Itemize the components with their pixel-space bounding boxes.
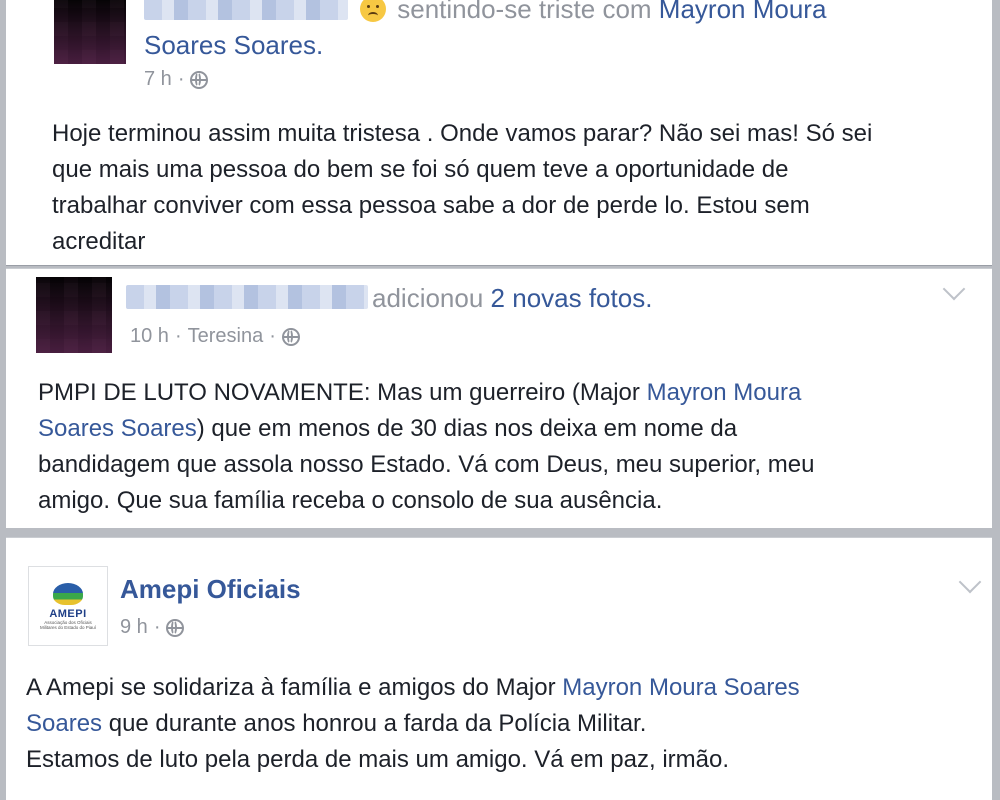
chevron-down-icon[interactable] bbox=[942, 277, 966, 301]
body-line: que mais uma pessoa do bem se foi só que… bbox=[52, 156, 789, 183]
body-line: bandidagem que assola nosso Estado. Vá c… bbox=[38, 451, 815, 478]
post-meta: 7 h · bbox=[144, 68, 209, 91]
author-avatar[interactable] bbox=[36, 277, 112, 353]
globe-icon[interactable] bbox=[166, 618, 185, 637]
body-text: ) que em menos de 30 dias nos deixa em n… bbox=[196, 415, 738, 442]
body-line: PMPI DE LUTO NOVAMENTE: Mas um guerreiro… bbox=[38, 375, 814, 411]
body-line: amigo. Que sua família receba o consolo … bbox=[38, 487, 663, 514]
body-line: Hoje terminou assim muita tristesa . Ond… bbox=[52, 120, 873, 147]
post-body: PMPI DE LUTO NOVAMENTE: Mas um guerreiro… bbox=[38, 375, 814, 519]
body-line: acreditar bbox=[52, 228, 146, 255]
author-name-blurred[interactable] bbox=[144, 0, 348, 20]
feed-post: sentindo-se triste com Mayron Moura Soar… bbox=[6, 0, 992, 266]
body-line: Estamos de luto pela perda de mais um am… bbox=[26, 746, 730, 773]
tagged-user-link-cont[interactable]: Soares Soares. bbox=[144, 30, 323, 61]
body-line: A Amepi se solidariza à família e amigos… bbox=[26, 670, 800, 706]
photos-link[interactable]: 2 novas fotos. bbox=[491, 283, 653, 313]
page-name-link[interactable]: Amepi Oficiais bbox=[120, 574, 301, 605]
post-body: Hoje terminou assim muita tristesa . Ond… bbox=[52, 116, 872, 260]
amepi-logo-icon bbox=[53, 582, 83, 605]
page-logo[interactable]: AMEPI Associação dos Oficiais Militares … bbox=[28, 566, 108, 646]
body-text: que durante anos honrou a farda da Políc… bbox=[102, 710, 647, 737]
action-text: adicionou bbox=[372, 283, 484, 313]
post-timestamp[interactable]: 7 h bbox=[144, 68, 172, 91]
post-timestamp[interactable]: 9 h bbox=[120, 616, 148, 639]
mention-link-cont[interactable]: Soares bbox=[26, 710, 102, 737]
body-text: PMPI DE LUTO NOVAMENTE: Mas um guerreiro… bbox=[38, 379, 647, 406]
globe-icon[interactable] bbox=[281, 327, 300, 346]
body-line: Soares Soares) que em menos de 30 dias n… bbox=[38, 411, 814, 447]
body-line: Soares que durante anos honrou a farda d… bbox=[26, 706, 800, 742]
mention-link-cont[interactable]: Soares Soares bbox=[38, 415, 197, 442]
author-name-blurred[interactable] bbox=[126, 285, 368, 309]
chevron-down-icon[interactable] bbox=[958, 570, 982, 594]
globe-icon[interactable] bbox=[190, 70, 209, 89]
tagged-user-link[interactable]: Mayron Moura bbox=[659, 0, 827, 24]
post-body: A Amepi se solidariza à família e amigos… bbox=[26, 670, 800, 778]
body-line: trabalhar conviver com essa pessoa sabe … bbox=[52, 192, 810, 219]
mention-link[interactable]: Mayron Moura Soares bbox=[562, 674, 799, 701]
feed-post: AMEPI Associação dos Oficiais Militares … bbox=[6, 537, 992, 800]
feeling-text: sentindo-se triste com bbox=[397, 0, 652, 24]
post-meta: 10 h · Teresina · bbox=[130, 325, 300, 348]
location-link[interactable]: Teresina bbox=[188, 325, 264, 348]
mention-link[interactable]: Mayron Moura bbox=[647, 379, 802, 406]
logo-word: AMEPI bbox=[49, 607, 87, 620]
author-avatar[interactable] bbox=[54, 0, 126, 64]
sad-face-icon bbox=[360, 0, 386, 22]
body-text: A Amepi se solidariza à família e amigos… bbox=[26, 674, 563, 701]
post-meta: 9 h · bbox=[120, 616, 185, 639]
logo-subtext: Associação dos Oficiais Militares do Est… bbox=[39, 619, 97, 630]
post-header: adicionou 2 novas fotos. bbox=[372, 283, 652, 314]
post-header: sentindo-se triste com Mayron Moura bbox=[356, 0, 826, 25]
post-timestamp[interactable]: 10 h bbox=[130, 325, 169, 348]
feed-post: adicionou 2 novas fotos. 10 h · Teresina… bbox=[6, 268, 992, 528]
